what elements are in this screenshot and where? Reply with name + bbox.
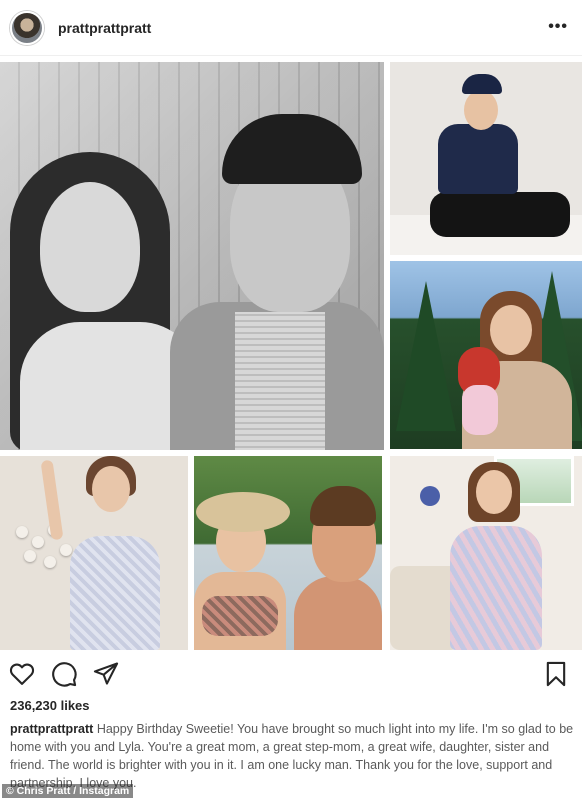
action-bar bbox=[0, 656, 582, 692]
photo-couple-bw bbox=[0, 62, 384, 450]
comment-icon[interactable] bbox=[50, 660, 78, 688]
more-icon[interactable]: ••• bbox=[548, 18, 568, 36]
photo-sitting-cap bbox=[390, 62, 582, 255]
caption-username[interactable]: prattprattpratt bbox=[10, 722, 93, 736]
likes-count[interactable]: 236,230 likes bbox=[10, 698, 90, 713]
avatar[interactable] bbox=[10, 10, 44, 45]
photo-nursery-mobile bbox=[0, 456, 188, 650]
photo-beach-selfie bbox=[194, 456, 382, 650]
photo-pregnant-dress bbox=[390, 456, 582, 650]
post-caption: prattprattpratt Happy Birthday Sweetie! … bbox=[10, 720, 576, 792]
photo-christmas-trees bbox=[390, 261, 582, 449]
bookmark-icon[interactable] bbox=[542, 660, 570, 688]
share-icon[interactable] bbox=[92, 660, 120, 688]
post-username[interactable]: prattprattpratt bbox=[58, 20, 151, 36]
photo-collage[interactable] bbox=[0, 62, 582, 650]
post-header: prattprattpratt ••• bbox=[0, 0, 582, 56]
photo-credit: © Chris Pratt / Instagram bbox=[2, 784, 134, 798]
heart-icon[interactable] bbox=[8, 660, 36, 688]
caption-text: Happy Birthday Sweetie! You have brought… bbox=[10, 722, 574, 790]
